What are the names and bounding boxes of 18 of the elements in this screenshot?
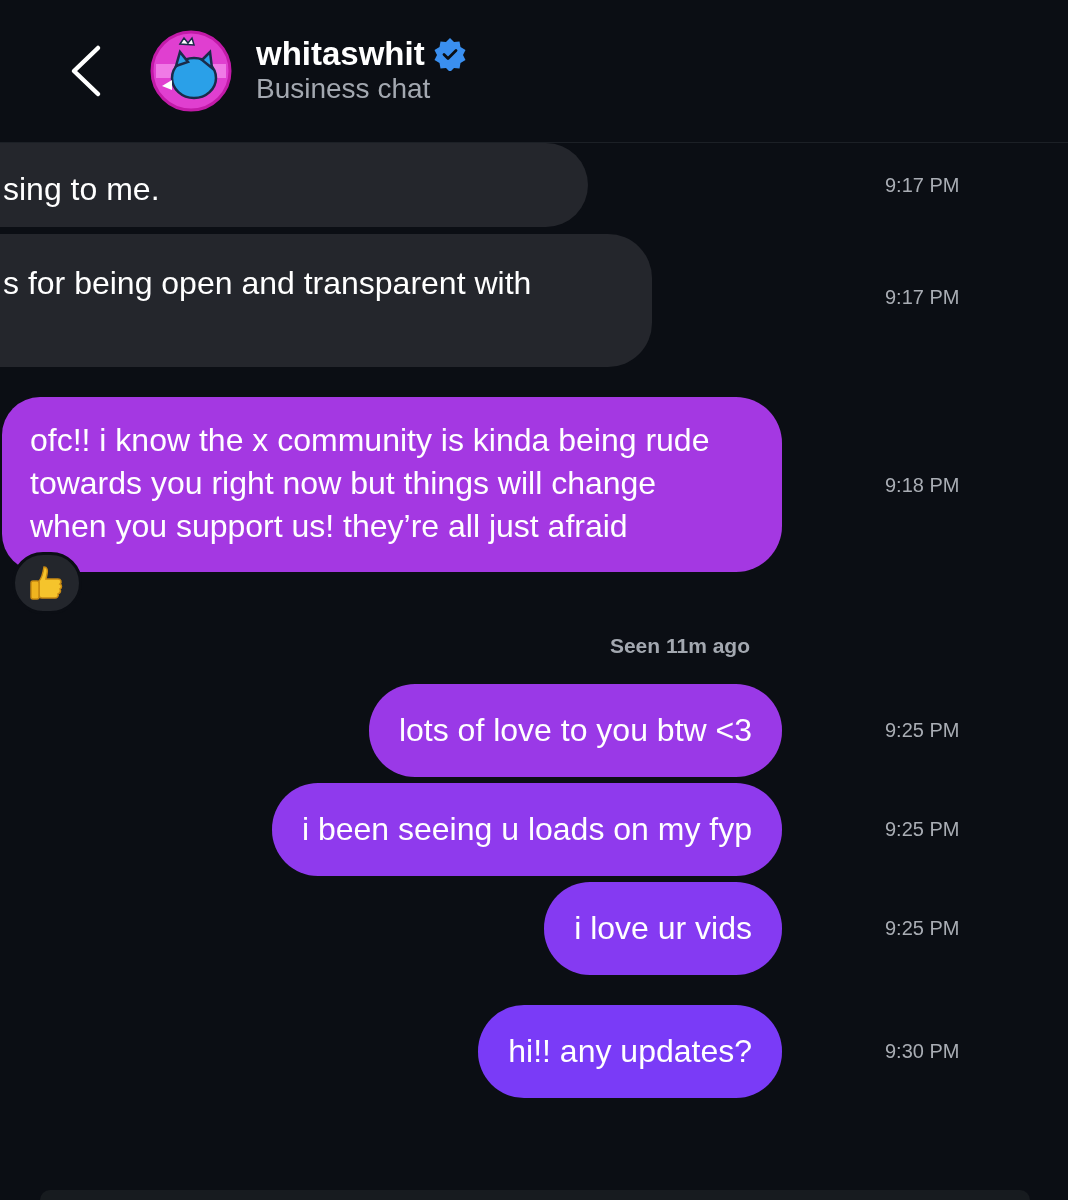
message-time: 9:25 PM bbox=[884, 916, 960, 941]
message-time: 9:17 PM bbox=[884, 173, 960, 198]
username: whitaswhit bbox=[256, 36, 425, 73]
message-bubble: i been seeing u loads on my fyp bbox=[271, 782, 782, 876]
chat-subtitle: Business chat bbox=[256, 72, 432, 106]
message-time: 9:25 PM bbox=[884, 718, 960, 743]
seen-status: Seen 11m ago bbox=[609, 633, 750, 659]
message-bubble: ofc!! i know the x community is kinda being rude towards you right now but things will change when you support us! they’re all just afraid bbox=[2, 397, 782, 572]
message-bubble: hi!! any updates? bbox=[478, 1004, 782, 1098]
message-bubble: lots of love to you btw <3 bbox=[368, 683, 782, 777]
message-bubble: s for being open and transparent with bbox=[0, 234, 652, 367]
message-time: 9:18 PM bbox=[884, 472, 960, 498]
message-bubble: sing to me. bbox=[0, 143, 588, 227]
message-bubble: i love ur vids bbox=[544, 881, 782, 975]
message-time: 9:30 PM bbox=[884, 1039, 960, 1064]
message-time: 9:25 PM bbox=[884, 817, 960, 842]
avatar-icon[interactable] bbox=[150, 30, 232, 112]
message-time: 9:17 PM bbox=[884, 285, 960, 310]
